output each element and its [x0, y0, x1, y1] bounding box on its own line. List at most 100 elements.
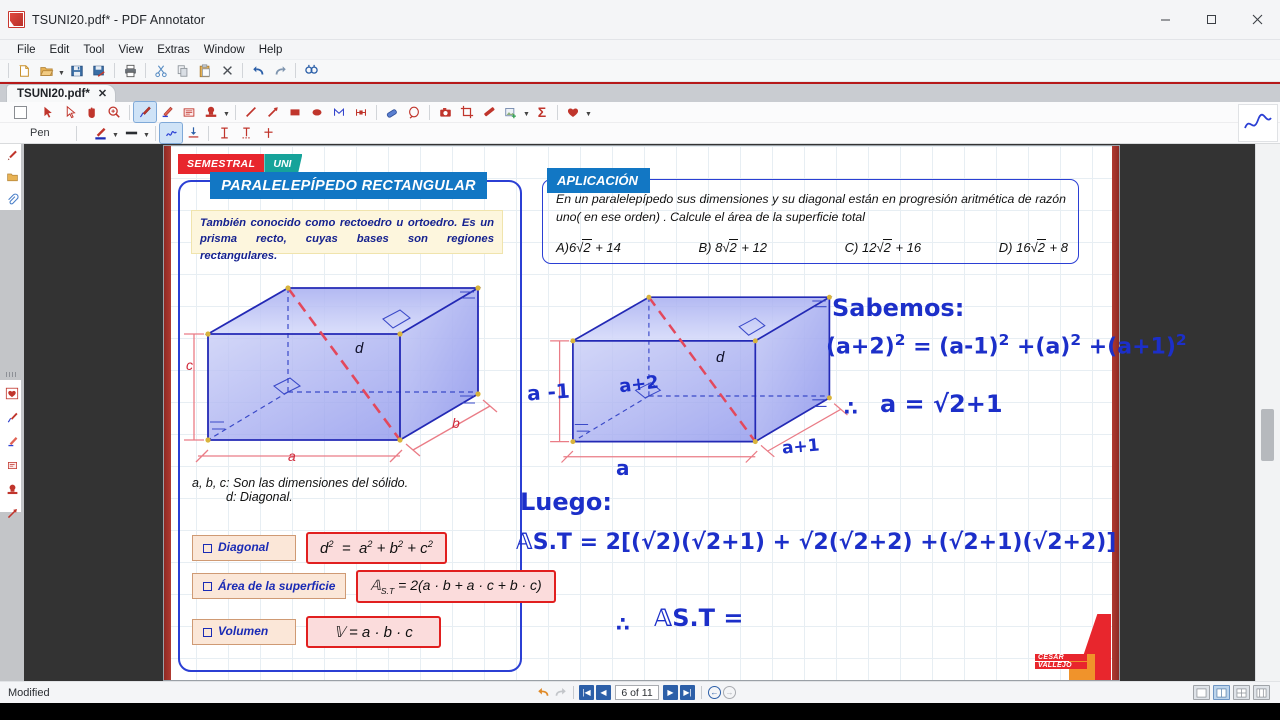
- pen-color-caret[interactable]: ▼: [111, 123, 120, 143]
- stamp-icon[interactable]: [1, 478, 23, 500]
- new-document-icon[interactable]: [13, 61, 35, 81]
- logo-text: CESAR VALLEJO: [1035, 654, 1087, 670]
- attachment-clip-icon[interactable]: [1, 188, 23, 210]
- menu-help[interactable]: Help: [252, 42, 290, 58]
- go-forward-icon[interactable]: [553, 685, 568, 700]
- option-c[interactable]: C) 12√2 + 16: [845, 239, 921, 255]
- cut-icon[interactable]: [150, 61, 172, 81]
- stop-annotating-icon[interactable]: [14, 105, 27, 119]
- print-icon[interactable]: [119, 61, 141, 81]
- copy-icon[interactable]: [172, 61, 194, 81]
- zoom-in-icon[interactable]: →: [723, 686, 736, 699]
- save-icon[interactable]: [66, 61, 88, 81]
- redo-icon[interactable]: [269, 61, 291, 81]
- insert-image-icon[interactable]: [500, 102, 522, 122]
- scrollbar-thumb[interactable]: [1261, 409, 1274, 461]
- hand-pan-icon[interactable]: [81, 102, 103, 122]
- pen-icon[interactable]: [133, 101, 157, 123]
- minimize-button[interactable]: [1142, 0, 1188, 40]
- bookmark-icon[interactable]: [1, 144, 23, 166]
- paste-icon[interactable]: [194, 61, 216, 81]
- close-icon[interactable]: ✕: [98, 87, 107, 100]
- insert-image-caret[interactable]: ▼: [522, 102, 531, 122]
- arrow-icon[interactable]: [262, 102, 284, 122]
- first-page-icon[interactable]: |◀: [579, 685, 594, 700]
- pen-width-icon[interactable]: [120, 123, 142, 143]
- formula-sigma-icon[interactable]: Σ: [531, 102, 553, 122]
- text-box-icon[interactable]: [178, 102, 200, 122]
- lasso-select-icon[interactable]: [59, 102, 81, 122]
- menu-file[interactable]: File: [10, 42, 43, 58]
- stamp-dropdown-caret[interactable]: ▼: [222, 102, 231, 122]
- text-box-icon[interactable]: [1, 454, 23, 476]
- folder-icon[interactable]: [1, 166, 23, 188]
- view-mode-continuous[interactable]: [1253, 685, 1270, 700]
- zoom-icon[interactable]: [103, 102, 125, 122]
- previous-page-icon[interactable]: ◀: [596, 685, 611, 700]
- delete-icon[interactable]: [216, 61, 238, 81]
- ellipse-icon[interactable]: [306, 102, 328, 122]
- text-underline-icon[interactable]: [235, 123, 257, 143]
- menu-extras[interactable]: Extras: [150, 42, 197, 58]
- option-a[interactable]: A)6√2 + 14: [556, 239, 621, 255]
- measure-icon[interactable]: [350, 102, 372, 122]
- pen-color-icon[interactable]: [89, 123, 111, 143]
- text-cursor-icon[interactable]: [213, 123, 235, 143]
- favorites-heart-icon[interactable]: [1, 382, 23, 404]
- vertical-scrollbar[interactable]: [1255, 144, 1280, 681]
- text-strike-icon[interactable]: [257, 123, 279, 143]
- favorites-caret[interactable]: ▼: [584, 102, 593, 122]
- crop-icon[interactable]: [456, 102, 478, 122]
- highlighter-icon[interactable]: [156, 102, 178, 122]
- page-number-field[interactable]: 6 of 11: [615, 685, 659, 700]
- freehand-icon[interactable]: [159, 122, 183, 144]
- find-icon[interactable]: [300, 61, 322, 81]
- option-d[interactable]: D) 16√2 + 8: [999, 239, 1068, 255]
- menu-edit[interactable]: Edit: [43, 42, 77, 58]
- menu-view[interactable]: View: [111, 42, 150, 58]
- next-page-icon[interactable]: ▶: [663, 685, 678, 700]
- option-b[interactable]: B) 8√2 + 12: [699, 239, 767, 255]
- polyline-icon[interactable]: [328, 102, 350, 122]
- lasso-eraser-icon[interactable]: [403, 102, 425, 122]
- document-viewport[interactable]: SEMESTRAL UNI PARALELEPÍPEDO RECTANGULAR…: [24, 144, 1255, 681]
- zoom-out-icon[interactable]: ←: [708, 686, 721, 699]
- pressure-icon[interactable]: [182, 123, 204, 143]
- paralelepipedo-diagram-1: [184, 285, 498, 463]
- document-tab[interactable]: TSUNI20.pdf* ✕: [6, 84, 117, 102]
- close-button[interactable]: [1234, 0, 1280, 40]
- last-page-icon[interactable]: ▶|: [680, 685, 695, 700]
- pen-icon[interactable]: [1, 406, 23, 428]
- ruler-icon[interactable]: [478, 102, 500, 122]
- handwriting-therefore-2: ∴: [616, 612, 630, 636]
- go-back-icon[interactable]: [536, 685, 551, 700]
- app-icon: [8, 11, 25, 28]
- view-mode-single-alt[interactable]: [1193, 685, 1210, 700]
- select-arrow-icon[interactable]: [37, 102, 59, 122]
- diagram2-label-d: d: [716, 349, 725, 366]
- favorites-heart-icon[interactable]: [562, 102, 584, 122]
- open-dropdown-caret[interactable]: ▼: [57, 61, 66, 81]
- maximize-button[interactable]: [1188, 0, 1234, 40]
- handwriting-width-label: a: [616, 456, 630, 480]
- view-mode-facing[interactable]: [1233, 685, 1250, 700]
- menu-tool[interactable]: Tool: [76, 42, 111, 58]
- highlighter-icon[interactable]: [1, 430, 23, 452]
- save-as-icon[interactable]: [88, 61, 110, 81]
- view-mode-single[interactable]: [1213, 685, 1230, 700]
- handwriting-depth-label: a+1: [781, 435, 821, 459]
- undo-icon[interactable]: [247, 61, 269, 81]
- arrow-icon[interactable]: [1, 502, 23, 524]
- snapshot-icon[interactable]: [434, 102, 456, 122]
- view-mode-group: [1193, 685, 1270, 700]
- eraser-icon[interactable]: [381, 102, 403, 122]
- rectangle-icon[interactable]: [284, 102, 306, 122]
- menu-window[interactable]: Window: [197, 42, 252, 58]
- stamp-icon[interactable]: [200, 102, 222, 122]
- open-folder-icon[interactable]: [35, 61, 57, 81]
- formula-label-text: Área de la superficie: [218, 579, 336, 594]
- pdf-page[interactable]: SEMESTRAL UNI PARALELEPÍPEDO RECTANGULAR…: [164, 146, 1187, 680]
- pen-width-caret[interactable]: ▼: [142, 123, 151, 143]
- line-icon[interactable]: [240, 102, 262, 122]
- logo-line-2: VALLEJO: [1035, 662, 1087, 669]
